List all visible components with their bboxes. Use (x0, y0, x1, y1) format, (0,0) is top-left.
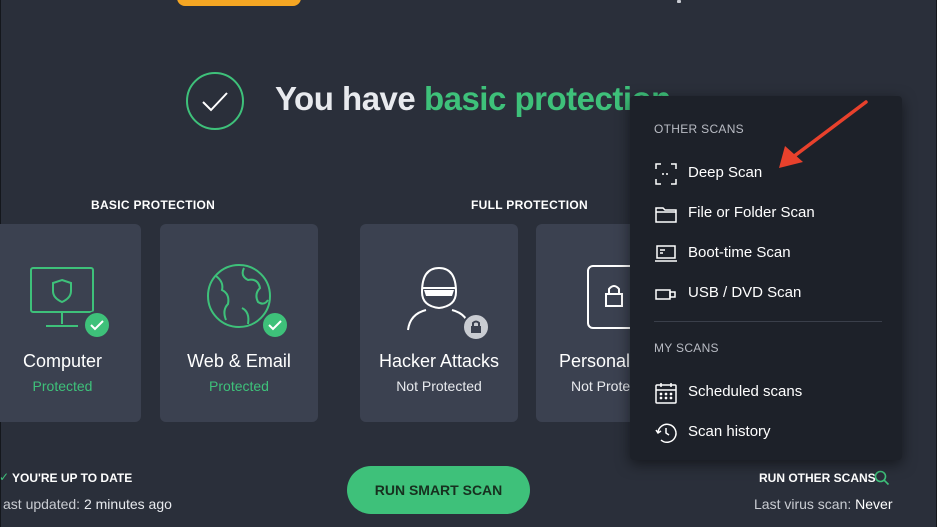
card-name: Computer (22, 351, 103, 371)
annotation-arrow-icon (779, 100, 868, 168)
last-updated: ast updated: 2 minutes ago (3, 496, 172, 512)
folder-icon (654, 202, 678, 226)
last-virus-scan-label: Last virus scan: (754, 496, 852, 512)
menu-item-label: Boot-time Scan (688, 244, 791, 261)
monitor-shield-icon (0, 264, 141, 339)
card-computer[interactable]: Computer Protected (0, 224, 141, 422)
up-to-date-label: YOU'RE UP TO DATE (12, 471, 133, 485)
protected-check-badge-icon (261, 311, 289, 339)
top-dot (677, 0, 681, 3)
menu-item-usb-dvd-scan[interactable]: USB / DVD Scan (654, 279, 884, 307)
search-icon[interactable] (874, 470, 890, 491)
card-status: Protected (32, 378, 93, 394)
menu-item-boot-time-scan[interactable]: Boot-time Scan (654, 239, 884, 267)
run-smart-scan-button[interactable]: RUN SMART SCAN (347, 466, 530, 514)
last-updated-label: ast updated: (3, 496, 81, 512)
card-status: Protected (209, 378, 269, 394)
calendar-icon (654, 381, 678, 405)
menu-item-label: File or Folder Scan (688, 204, 815, 221)
check-icon: ✓ (0, 470, 10, 484)
top-button-partial[interactable] (177, 0, 301, 6)
menu-item-label: Deep Scan (688, 164, 763, 181)
other-scans-header: OTHER SCANS (654, 122, 744, 136)
card-hacker-attacks[interactable]: Hacker Attacks Not Protected (360, 224, 518, 422)
menu-item-file-folder-scan[interactable]: File or Folder Scan (654, 199, 884, 227)
last-virus-scan: Last virus scan: Never (754, 496, 893, 512)
app-window: You have basic protection BASIC PROTECTI… (0, 0, 937, 527)
menu-item-scheduled-scans[interactable]: Scheduled scans (654, 378, 884, 406)
last-updated-value: 2 minutes ago (83, 496, 172, 512)
lock-badge-icon (462, 313, 490, 341)
globe-icon (160, 264, 318, 339)
menu-item-scan-history[interactable]: Scan history (654, 418, 884, 446)
card-web-email[interactable]: Web & Email Protected (160, 224, 318, 422)
menu-divider (654, 321, 882, 322)
headline-prefix: You have (275, 80, 416, 117)
menu-item-label: USB / DVD Scan (688, 284, 802, 301)
card-status: Not Protected (396, 378, 482, 394)
history-clock-icon (654, 421, 678, 445)
protected-check-badge-icon (83, 311, 111, 339)
last-virus-scan-value: Never (855, 496, 893, 512)
protection-headline: You have basic protection (275, 80, 671, 118)
section-full-protection: FULL PROTECTION (471, 198, 588, 212)
protection-check-icon (186, 72, 244, 130)
laptop-icon (654, 242, 678, 266)
run-other-scans-link[interactable]: RUN OTHER SCANS (759, 471, 876, 485)
menu-item-label: Scheduled scans (688, 383, 803, 400)
card-name: Web & Email (187, 351, 291, 371)
my-scans-header: MY SCANS (654, 341, 719, 355)
hacker-icon (360, 264, 518, 341)
menu-item-label: Scan history (688, 423, 771, 440)
usb-icon (654, 282, 678, 306)
card-name: Hacker Attacks (378, 351, 500, 371)
section-basic-protection: BASIC PROTECTION (91, 198, 216, 212)
scan-frame-icon (654, 162, 678, 186)
